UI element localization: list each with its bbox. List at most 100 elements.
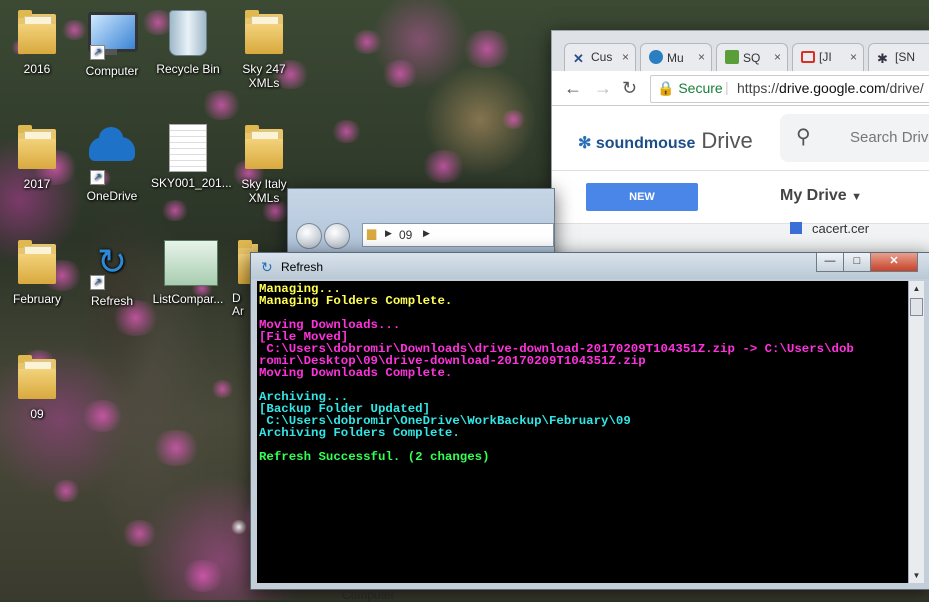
desktop-icon-image bbox=[13, 240, 61, 288]
window-title: Refresh bbox=[281, 260, 324, 274]
desktop-icon-image bbox=[164, 240, 218, 288]
search-icon[interactable]: ⚲ bbox=[796, 124, 811, 149]
browser-tab[interactable]: [JI × bbox=[792, 43, 864, 71]
blossom-decoration bbox=[380, 60, 420, 88]
desktop-icon-sky001-201[interactable]: SKY001_201... bbox=[151, 123, 232, 190]
close-tab-icon[interactable]: × bbox=[698, 50, 705, 64]
console-window[interactable]: ↻ Refresh — □ ✕ Managing... Managing Fold… bbox=[250, 252, 929, 590]
blossom-decoration bbox=[200, 90, 243, 121]
desktop-icon-onedrive[interactable]: ↗ OneDrive bbox=[75, 123, 149, 203]
minimize-button[interactable]: — bbox=[816, 253, 844, 272]
browser-tab[interactable]: SQ × bbox=[716, 43, 788, 71]
desktop-icon-image bbox=[13, 125, 61, 173]
desktop-icon-february[interactable]: February bbox=[0, 238, 74, 306]
caret-down-icon: ▼ bbox=[851, 191, 863, 203]
breadcrumb-chevron-icon[interactable]: ▶ bbox=[385, 228, 392, 239]
my-drive-label: My Drive bbox=[780, 187, 847, 204]
console-line: Moving Downloads Complete. bbox=[259, 366, 453, 380]
explorer-address-bar[interactable]: ▆ ▶ 09 ▶ bbox=[362, 223, 554, 247]
close-tab-icon[interactable]: × bbox=[850, 50, 857, 64]
console-titlebar[interactable]: ↻ Refresh — □ ✕ bbox=[251, 253, 929, 279]
breadcrumb-chevron-icon[interactable]: ▶ bbox=[423, 228, 430, 239]
drive-search[interactable]: ⚲ Search Drive bbox=[780, 114, 929, 162]
desktop-icon-computer[interactable]: ↗ Computer bbox=[75, 8, 149, 78]
new-button[interactable]: NEW bbox=[586, 183, 698, 211]
blossom-decoration bbox=[460, 30, 514, 68]
white-flower-decoration bbox=[230, 520, 248, 534]
scroll-thumb[interactable] bbox=[910, 298, 923, 316]
blossom-decoration bbox=[330, 120, 363, 144]
my-drive-menu[interactable]: My Drive ▼ bbox=[780, 187, 862, 205]
brand-name: soundmouse bbox=[595, 135, 696, 152]
desktop-icon-refresh[interactable]: ↻ ↗ Refresh bbox=[75, 238, 149, 308]
lock-icon: 🔒 bbox=[657, 80, 675, 96]
desktop-icon-label: February bbox=[12, 292, 62, 306]
drive-actionbar: NEW My Drive ▼ bbox=[552, 171, 929, 224]
onedrive-icon bbox=[89, 127, 135, 161]
desktop-icon-label: OneDrive bbox=[86, 189, 138, 203]
desktop-icon-sky-247-xmls[interactable]: Sky 247 XMLs bbox=[227, 8, 301, 90]
tools-icon: ✕ bbox=[573, 51, 584, 66]
drive-logo[interactable]: ✻ soundmouse Drive bbox=[578, 128, 753, 154]
refresh-icon: ↻ bbox=[261, 259, 273, 275]
console-line: Archiving Folders Complete. bbox=[259, 426, 460, 440]
secure-indicator[interactable]: 🔒 Secure bbox=[657, 80, 723, 97]
address-bar[interactable]: 🔒 Secure | https://drive.google.com/driv… bbox=[650, 75, 929, 103]
blossom-decoration bbox=[80, 400, 125, 432]
file-icon bbox=[790, 222, 802, 234]
forward-icon[interactable] bbox=[324, 223, 350, 249]
desktop-icon-recycle-bin[interactable]: Recycle Bin bbox=[151, 8, 225, 76]
tab-label: SQ bbox=[743, 51, 761, 65]
shortcut-arrow-icon: ↗ bbox=[90, 45, 105, 60]
desktop-icon-label: Refresh bbox=[90, 294, 134, 308]
back-icon[interactable]: ← bbox=[564, 78, 582, 99]
search-input[interactable]: Search Drive bbox=[850, 129, 929, 146]
blossom-decoration bbox=[210, 380, 235, 398]
desktop-icon-label: ListCompar... bbox=[152, 292, 224, 306]
desktop-icon-2016[interactable]: 2016 bbox=[0, 8, 74, 76]
console-line: Managing Folders Complete. bbox=[259, 294, 453, 308]
file-row[interactable]: cacert.cer bbox=[790, 221, 869, 236]
blossom-decoration bbox=[350, 30, 384, 54]
tab-label: [SN bbox=[895, 50, 916, 64]
address-divider: | bbox=[725, 79, 729, 95]
console-line: Moving Downloads... bbox=[259, 318, 401, 332]
browser-tab[interactable]: ✱ [SN bbox=[868, 43, 929, 71]
recycle-bin-icon bbox=[169, 10, 207, 56]
desktop-icon-09[interactable]: 09 bbox=[0, 353, 74, 421]
maximize-button[interactable]: □ bbox=[843, 253, 871, 272]
reload-icon[interactable]: ↻ bbox=[622, 78, 637, 99]
forward-icon[interactable]: → bbox=[594, 78, 612, 99]
sql-icon bbox=[725, 50, 739, 64]
close-button[interactable]: ✕ bbox=[870, 253, 918, 272]
desktop-icon-listcompar[interactable]: ListCompar... bbox=[151, 238, 225, 306]
back-icon[interactable] bbox=[296, 223, 322, 249]
console-output[interactable]: Managing... Managing Folders Complete. Mov… bbox=[257, 281, 909, 583]
blossom-decoration bbox=[160, 200, 190, 221]
blossom-decoration bbox=[120, 520, 159, 548]
close-tab-icon[interactable]: × bbox=[774, 50, 781, 64]
folder-icon: ▆ bbox=[367, 226, 377, 240]
browser-tab[interactable]: Mu × bbox=[640, 43, 712, 71]
close-tab-icon[interactable]: × bbox=[622, 50, 629, 64]
desktop-icon-label: 2016 bbox=[23, 62, 51, 76]
url-text[interactable]: https://drive.google.com/drive/ bbox=[737, 80, 924, 96]
soundmouse-logo-icon: ✻ bbox=[578, 135, 592, 152]
browser-tab[interactable]: ✕ Cus × bbox=[564, 43, 636, 71]
breadcrumb-item[interactable]: 09 bbox=[399, 228, 412, 242]
shortcut-arrow-icon: ↗ bbox=[90, 170, 105, 185]
vertical-scrollbar[interactable]: ▲ ▼ bbox=[908, 281, 924, 583]
blossom-decoration bbox=[500, 110, 527, 129]
tab-label: [JI bbox=[819, 50, 832, 64]
desktop-icon-label: Computer bbox=[85, 64, 139, 78]
scroll-down-icon[interactable]: ▼ bbox=[909, 568, 924, 583]
gmail-icon bbox=[801, 51, 815, 63]
scroll-up-icon[interactable]: ▲ bbox=[909, 281, 924, 296]
desktop-icon-image: ↗ bbox=[88, 12, 138, 60]
browser-tab-strip: ✕ Cus × Mu × SQ × [JI × ✱ [SN bbox=[552, 31, 929, 71]
url-path: /drive/ bbox=[885, 80, 924, 96]
desktop-icon-2017[interactable]: 2017 bbox=[0, 123, 74, 191]
desktop-icon-image bbox=[13, 10, 61, 58]
desktop-icon-image bbox=[164, 10, 212, 58]
